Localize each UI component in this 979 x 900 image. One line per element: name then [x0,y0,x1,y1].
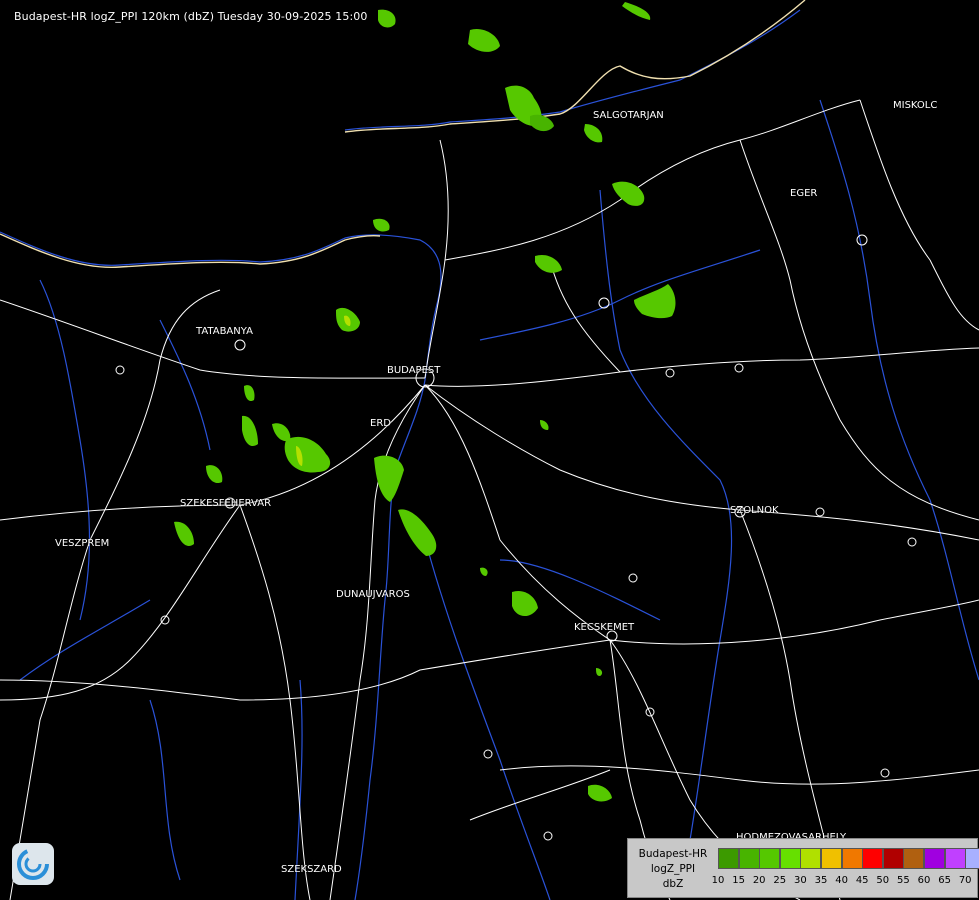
legend-swatch [882,848,904,869]
city-label-kecskemet: KECSKEMET [574,622,635,633]
city-label-szekesfehervar: SZEKESFEHERVAR [180,498,272,509]
radar-map [0,0,979,900]
radar-logo-icon [12,843,54,885]
map-title: Budapest-HR logZ_PPI 120km (dbZ) Tuesday… [14,10,368,23]
city-label-miskolc: MISKOLC [893,100,938,111]
legend-swatch [944,848,966,869]
river-layer [0,9,979,900]
city-label-erd: ERD [370,418,391,429]
legend-radar-name: Budapest-HR [638,848,708,860]
legend-swatch [821,848,842,869]
legend-swatch [779,848,801,869]
road-layer [0,99,979,900]
city-label-tatabanya: TATABANYA [196,326,253,337]
city-label-veszprem: VESZPREM [55,538,110,549]
legend-swatch [965,848,979,869]
border-line [0,0,806,269]
legend-swatch [759,848,781,869]
legend-swatch [718,848,739,869]
legend-swatch [738,848,760,869]
legend-swatch [800,848,822,869]
legend-swatch [924,848,945,869]
city-label-szekszard: SZEKSZARD [281,864,342,875]
city-label-dunaujvaros: DUNAUJVAROS [336,589,410,600]
legend-tick-label: 70 [958,875,972,886]
city-label-salgotarjan: SALGOTARJAN [593,110,664,121]
radar-echoes [174,2,676,802]
city-label-eger: EGER [790,188,818,199]
legend-product-name: logZ_PPI [650,863,696,875]
legend-caption: Budapest-HR logZ_PPI dbZ [632,847,714,892]
legend-swatch [862,848,884,869]
legend-swatch [903,848,925,869]
dbz-legend: Budapest-HR logZ_PPI dbZ 10 15 20 25 30 35 40 4… [627,838,979,898]
city-label-szolnok: SZOLNOK [730,505,779,516]
legend-swatch [841,848,863,869]
legend-unit: dbZ [662,878,684,890]
city-label-budapest: BUDAPEST [387,365,441,376]
